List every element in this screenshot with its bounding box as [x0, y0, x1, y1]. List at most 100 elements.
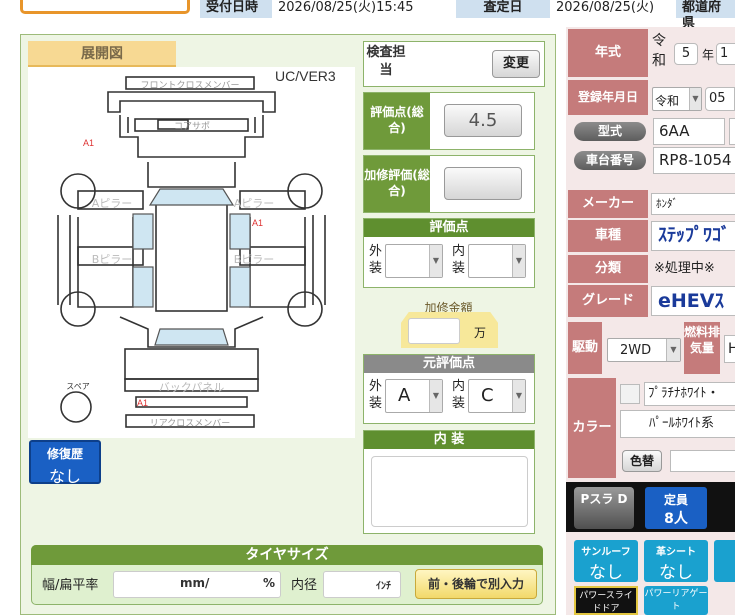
- capacity-button[interactable]: 定員 8人: [645, 487, 707, 529]
- score-header: 評価点: [364, 219, 534, 237]
- year-unit: 年: [702, 48, 715, 62]
- orig-interior-select[interactable]: C ▼: [468, 379, 526, 413]
- chevron-down-icon: ▼: [429, 380, 442, 412]
- assessment-value: 2026/08/25(火): [550, 0, 676, 18]
- year-era: 令和: [652, 33, 666, 69]
- capacity-value: 8人: [664, 511, 688, 527]
- interior-textarea[interactable]: [371, 456, 528, 527]
- prefecture-label: 都道府県: [676, 0, 735, 31]
- color-swatch[interactable]: [620, 384, 640, 404]
- a-pillar-right-label: Aピラー: [233, 197, 275, 210]
- received-value: 2026/08/25(火)15:45: [272, 0, 456, 18]
- class-label: 分類: [568, 255, 648, 283]
- left-rear-window[interactable]: [132, 266, 154, 308]
- orig-interior-value: C: [481, 385, 494, 406]
- color-family[interactable]: ﾊﾟｰﾙﾎﾜｲﾄ系: [620, 410, 735, 438]
- repair-eval-value[interactable]: [444, 167, 522, 200]
- windshield[interactable]: [148, 188, 235, 206]
- year-month[interactable]: 1: [716, 43, 735, 65]
- color-name[interactable]: ﾌﾟﾗﾁﾅﾎﾜｲﾄ・: [644, 382, 735, 406]
- score-total-label: 評価点(総合): [364, 93, 430, 149]
- maker-value[interactable]: ﾎﾝﾀﾞ: [651, 193, 735, 215]
- tire-width-label: 幅/扁平率: [42, 578, 99, 593]
- repair-amount-input[interactable]: [408, 318, 460, 344]
- model-value-ext[interactable]: [729, 118, 735, 145]
- repair-amount-unit: 万: [474, 326, 487, 340]
- extra-option-button[interactable]: [714, 540, 735, 582]
- repair-history-value: なし: [48, 467, 81, 486]
- score-exterior-select[interactable]: ▼: [385, 244, 443, 278]
- diagram-tab[interactable]: 展開図: [28, 41, 176, 67]
- score-interior-select[interactable]: ▼: [468, 244, 526, 278]
- repair-history-button[interactable]: 修復歴 なし: [29, 440, 101, 486]
- trunk-area[interactable]: [124, 348, 259, 380]
- leather-button[interactable]: 革シート なし: [644, 540, 708, 583]
- sunroof-value: なし: [589, 563, 623, 583]
- sunroof-button[interactable]: サンルーフ なし: [574, 540, 638, 583]
- score-total-value[interactable]: 4.5: [444, 104, 522, 137]
- chevron-down-icon: ▼: [512, 380, 525, 412]
- year-value[interactable]: 5: [674, 43, 698, 65]
- received-label: 受付日時: [200, 0, 272, 18]
- maker-label: メーカー: [568, 190, 648, 218]
- front-bumper[interactable]: [107, 91, 276, 113]
- front-cross-label: フロントクロスメンバー: [140, 81, 240, 91]
- tire-inch-unit: ｲﾝﾁ: [376, 581, 391, 592]
- pslide-label: Pスラ D: [580, 492, 628, 506]
- tire-percent-unit: %: [263, 576, 276, 590]
- reg-value[interactable]: 05: [705, 87, 735, 111]
- inspector-change-button[interactable]: 変更: [492, 50, 540, 78]
- power-rear-label: パワーリアゲート: [644, 589, 708, 612]
- tire-header: タイヤサイズ: [31, 545, 543, 565]
- top-orange-button[interactable]: [20, 0, 190, 14]
- sunroof-label: サンルーフ: [581, 547, 631, 558]
- orig-interior-label: 内装: [452, 379, 466, 411]
- power-slide-label: パワースライドドア: [579, 591, 633, 614]
- core-support-label: コアサポ: [173, 122, 210, 132]
- drive-select[interactable]: 2WD ▼: [607, 338, 681, 362]
- class-value: ※処理中※: [651, 255, 735, 283]
- fuel-label: 燃料排気量: [684, 322, 720, 374]
- rear-cross-label: リアクロスメンバー: [149, 419, 231, 429]
- chassis-button[interactable]: 車台番号: [574, 151, 646, 170]
- pslide-button[interactable]: Pスラ D: [574, 487, 634, 529]
- orig-exterior-value: A: [398, 385, 411, 406]
- type-label: 車種: [568, 220, 648, 252]
- capacity-label: 定員: [663, 493, 688, 507]
- damage-mark-a1[interactable]: A1: [137, 398, 148, 408]
- tire-inner-label: 内径: [291, 578, 318, 593]
- rear-window[interactable]: [154, 328, 229, 346]
- leather-label: 革シート: [656, 547, 696, 558]
- spare-tire[interactable]: [60, 391, 92, 423]
- tire-split-button[interactable]: 前・後輪で別入力: [415, 569, 537, 599]
- interior-header: 内 装: [364, 431, 534, 449]
- repair-eval-label: 加修評価(総合): [364, 156, 430, 212]
- chassis-value[interactable]: RP8-1054: [653, 147, 735, 174]
- left-front-window[interactable]: [132, 213, 154, 250]
- score-interior-label: 内装: [452, 244, 466, 276]
- reg-label: 登録年月日: [568, 80, 648, 115]
- right-front-window[interactable]: [229, 213, 251, 250]
- grade-value[interactable]: eHEVｽ: [651, 286, 735, 316]
- color-label: カラー: [568, 378, 616, 478]
- orig-exterior-select[interactable]: A ▼: [385, 379, 443, 413]
- right-rear-window[interactable]: [229, 266, 251, 308]
- drive-value: 2WD: [620, 343, 652, 358]
- score-exterior-label: 外装: [369, 244, 383, 276]
- a-pillar-left-label: Aピラー: [91, 197, 133, 210]
- power-slide-button[interactable]: パワースライドドア あり: [574, 586, 638, 615]
- inspector-label: 検査担当: [366, 45, 406, 78]
- reg-era-select[interactable]: 令和 ▼: [652, 87, 702, 111]
- fuel-value[interactable]: H: [724, 335, 735, 363]
- type-value[interactable]: ｽﾃｯﾌﾟﾜｺﾞ: [651, 221, 735, 251]
- power-rear-button[interactable]: パワーリアゲート あり: [644, 586, 708, 615]
- year-label: 年式: [568, 29, 648, 77]
- chevron-down-icon: ▼: [689, 88, 701, 110]
- model-button[interactable]: 型式: [574, 122, 646, 141]
- damage-mark-a1[interactable]: A1: [83, 138, 94, 148]
- spare-label: スペア: [66, 382, 90, 391]
- color-change-button[interactable]: 色替: [622, 450, 662, 472]
- model-value[interactable]: 6AA: [653, 118, 725, 145]
- damage-mark-a1[interactable]: A1: [252, 218, 263, 228]
- color-change-input[interactable]: [670, 450, 735, 472]
